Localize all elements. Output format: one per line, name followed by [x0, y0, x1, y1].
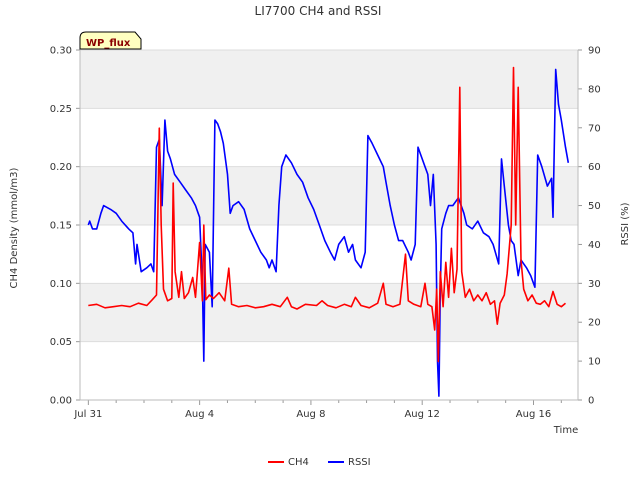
chart: 0.00 0.05 0.10 0.15 0.20 0.25 0.30 0 10 20 30 40 50 6…: [0, 0, 640, 480]
y-left-tick-label: 0.20: [50, 162, 72, 173]
y-left-tick-label: 0.10: [50, 279, 72, 290]
y-left-tick-label: 0.05: [50, 337, 72, 348]
x-tick-label: Aug 12: [404, 409, 439, 420]
x-axis-label: Time: [553, 425, 578, 436]
y-right-tick-label: 20: [588, 318, 601, 329]
y-left-tick-label: 0.25: [50, 104, 72, 115]
legend-label-rssi: RSSI: [348, 457, 371, 468]
badge-label: WP_flux: [86, 38, 131, 49]
y-right-tick-label: 50: [588, 201, 601, 212]
y-left-tick-label: 0.00: [50, 396, 72, 407]
y-right-tick-label: 40: [588, 240, 601, 251]
y-right-tick-label: 60: [588, 162, 601, 173]
y-axis-right-label: RSSI (%): [620, 202, 631, 245]
chart-title: LI7700 CH4 and RSSI: [255, 4, 382, 18]
y-axis-left-label: CH4 Density (mmol/m3): [9, 167, 20, 288]
shaded-band-2: [80, 50, 578, 109]
y-right-tick-label: 10: [588, 357, 601, 368]
x-tick-label: Aug 8: [296, 409, 325, 420]
y-right-tick-label: 30: [588, 279, 601, 290]
y-right-tick-label: 0: [588, 396, 594, 407]
y-right-tick-label: 80: [588, 84, 601, 95]
x-tick-label: Aug 16: [516, 409, 551, 420]
shaded-band-0: [80, 283, 578, 342]
x-tick-label: Aug 4: [185, 409, 214, 420]
y-left-tick-label: 0.30: [50, 46, 72, 57]
y-right-tick-label: 70: [588, 123, 601, 134]
y-right-tick-label: 90: [588, 46, 601, 57]
legend-label-ch4: CH4: [288, 457, 309, 468]
wp-flux-badge: WP_flux: [79, 31, 142, 50]
x-tick-label: Jul 31: [73, 409, 102, 420]
y-left-tick-label: 0.15: [50, 221, 72, 232]
